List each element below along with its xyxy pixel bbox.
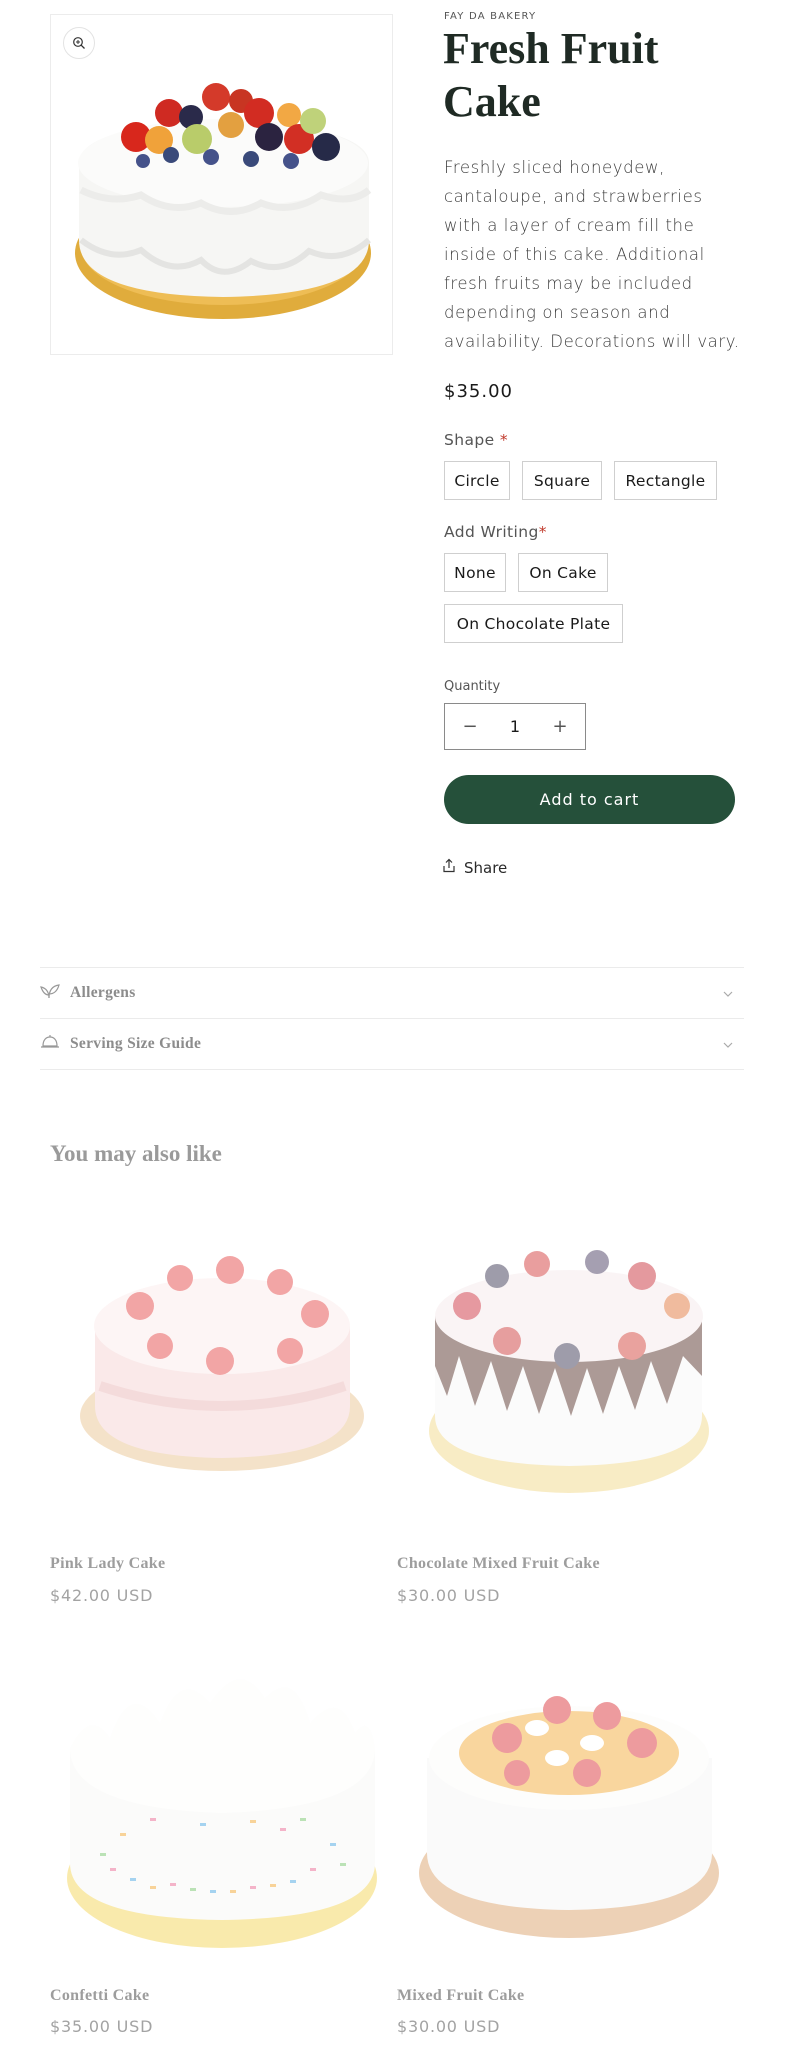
product-card-title[interactable]: Pink Lady Cake	[50, 1555, 165, 1573]
product-title: Fresh Fruit Cake	[443, 24, 659, 126]
product-card-pink-lady-cake[interactable]	[50, 1196, 393, 1539]
product-card-image[interactable]	[397, 1196, 740, 1539]
accordion-title: Serving Size Guide	[70, 1035, 202, 1052]
product-price: $35.00	[444, 381, 513, 402]
fruit-cake-illustration	[75, 83, 372, 319]
vendor-name: FAY DA BAKERY	[444, 11, 537, 22]
shape-option-square[interactable]: Square	[522, 461, 602, 500]
product-card-mixed-fruit-cake[interactable]	[397, 1628, 740, 1971]
product-description: Freshly sliced honeydew, cantaloupe, and…	[444, 158, 740, 351]
quantity-label: Quantity	[444, 679, 501, 694]
writing-option-none[interactable]: None	[444, 553, 506, 592]
quantity-decrease-button[interactable]: −	[459, 716, 481, 737]
serving-dome-icon	[40, 1034, 60, 1054]
share-label: Share	[464, 858, 508, 877]
required-mark: *	[538, 523, 547, 541]
leaf-icon	[40, 982, 60, 1004]
product-card-image[interactable]	[50, 1628, 393, 1971]
shape-label: Shape *	[444, 431, 508, 449]
product-card-price: $35.00 USD	[50, 2017, 154, 2036]
writing-label: Add Writing*	[444, 523, 547, 541]
quantity-increase-button[interactable]: +	[549, 716, 571, 737]
shape-label-text: Shape	[444, 431, 495, 449]
shape-option-circle[interactable]: Circle	[444, 461, 510, 500]
product-card-chocolate-mixed-fruit-cake[interactable]	[397, 1196, 740, 1539]
required-mark: *	[499, 431, 509, 449]
writing-option-on-cake[interactable]: On Cake	[518, 553, 608, 592]
product-card-title[interactable]: Chocolate Mixed Fruit Cake	[397, 1555, 600, 1573]
quantity-input[interactable]: 1	[510, 717, 520, 736]
recommendations-heading: You may also like	[50, 1141, 222, 1166]
product-card-price: $42.00 USD	[50, 1586, 154, 1605]
product-card-image[interactable]	[397, 1628, 740, 1971]
writing-label-text: Add Writing	[444, 523, 539, 541]
quantity-stepper: − 1 +	[444, 703, 586, 750]
product-card-price: $30.00 USD	[397, 2017, 501, 2036]
accordion-title: Allergens	[70, 984, 136, 1001]
chevron-down-icon	[722, 1036, 734, 1055]
accordion-divider	[40, 1069, 744, 1070]
product-card-price: $30.00 USD	[397, 1586, 501, 1605]
share-button[interactable]: Share	[442, 858, 507, 877]
accordion-serving-size-guide[interactable]: Serving Size Guide	[40, 1019, 744, 1069]
share-icon	[442, 858, 456, 877]
product-image[interactable]	[50, 14, 393, 355]
product-card-image[interactable]	[50, 1196, 393, 1539]
product-card-title[interactable]: Confetti Cake	[50, 1987, 149, 2005]
chevron-down-icon	[722, 985, 734, 1004]
shape-option-rectangle[interactable]: Rectangle	[614, 461, 717, 500]
writing-option-on-chocolate-plate[interactable]: On Chocolate Plate	[444, 604, 623, 643]
product-card-title[interactable]: Mixed Fruit Cake	[397, 1987, 524, 2005]
product-card-confetti-cake[interactable]	[50, 1628, 393, 1971]
add-to-cart-button[interactable]: Add to cart	[444, 775, 735, 824]
accordion-allergens[interactable]: Allergens	[40, 968, 744, 1018]
